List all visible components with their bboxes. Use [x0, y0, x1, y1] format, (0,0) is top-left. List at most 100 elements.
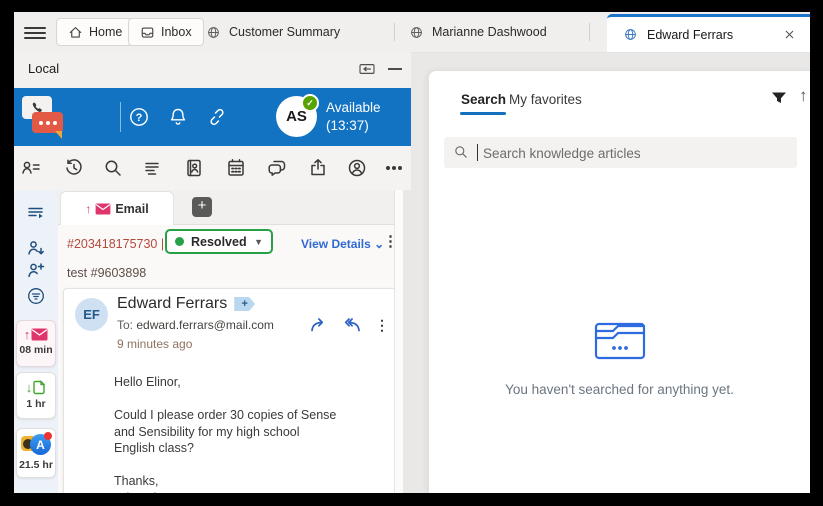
presence-bar: ? AS ✓ Available (13:37): [14, 88, 411, 146]
active-tab-underline: [460, 112, 506, 115]
widget-title: Local: [28, 61, 59, 76]
empty-state: You haven't searched for anything yet.: [429, 317, 810, 397]
filter-circle-icon[interactable]: [26, 286, 46, 306]
app-window: Home Inbox Customer Summary Marianne Das…: [0, 0, 823, 506]
svg-text:?: ?: [136, 112, 143, 124]
notifications-bell-icon[interactable]: [167, 106, 189, 128]
session-card-email-active[interactable]: ↑ 08 min: [16, 320, 56, 367]
chat-bubble-icon: [32, 112, 63, 133]
status-time: (13:37): [326, 117, 381, 135]
contacts-list-icon[interactable]: [20, 157, 42, 179]
more-options-icon[interactable]: [383, 157, 405, 179]
home-label: Home: [89, 25, 122, 39]
home-icon: [68, 25, 83, 40]
close-tab-icon[interactable]: [780, 26, 798, 44]
recipient-line: To: edward.ferrars@mail.com: [117, 318, 274, 332]
filter-icon[interactable]: [769, 88, 789, 108]
email-body: Hello Elinor, Could I please order 30 co…: [114, 374, 381, 493]
email-message-card: EF Edward Ferrars + To: edward.ferrars@m…: [63, 288, 400, 493]
unlink-icon[interactable]: [206, 106, 228, 128]
document-icon: [32, 380, 46, 395]
case-title: test #9603898: [67, 266, 146, 280]
tab-search[interactable]: Search: [461, 92, 506, 107]
session-rail: ↑ 08 min ↓ 1 hr: [14, 190, 58, 493]
view-details-link[interactable]: View Details ⌄: [301, 237, 384, 251]
tab-my-favorites[interactable]: My favorites: [509, 92, 582, 107]
tab-label: Marianne Dashwood: [432, 25, 547, 39]
tab-separator: [589, 23, 590, 41]
session-timer: 08 min: [17, 344, 55, 356]
new-tab-button[interactable]: +: [192, 197, 212, 217]
agent-profile-icon[interactable]: [346, 157, 368, 179]
status-dropdown[interactable]: Resolved ▼: [165, 229, 273, 254]
widget-header: Local: [14, 52, 411, 88]
queue-lines-icon[interactable]: [141, 157, 163, 179]
queue-list-icon[interactable]: [26, 203, 46, 223]
divider: [120, 102, 121, 132]
tab-separator: [394, 23, 395, 41]
conversation-tabstrip: ↑ Email +: [58, 190, 403, 225]
chat-icon[interactable]: [266, 157, 288, 179]
history-icon[interactable]: [63, 157, 85, 179]
search-icon[interactable]: [102, 157, 124, 179]
add-contact-tag[interactable]: +: [234, 297, 255, 311]
presence-status[interactable]: Available (13:37): [326, 99, 381, 135]
inbox-button[interactable]: Inbox: [128, 18, 204, 46]
reply-all-icon[interactable]: [342, 315, 362, 335]
status-label: Resolved: [191, 235, 247, 249]
chevron-down-icon: ▼: [254, 237, 263, 247]
status-text: Available: [326, 99, 381, 117]
user-plus-icon[interactable]: [26, 260, 46, 280]
tab-label: Customer Summary: [229, 25, 340, 39]
home-button[interactable]: Home: [56, 18, 134, 46]
top-navigation-bar: Home Inbox Customer Summary Marianne Das…: [14, 12, 810, 53]
email-tab[interactable]: ↑ Email: [60, 191, 174, 225]
calendar-icon[interactable]: [225, 157, 247, 179]
globe-icon: [206, 25, 221, 40]
case-header: #203418175730 | Resolved ▼ View Details …: [58, 224, 403, 264]
session-card-apps[interactable]: A 21.5 hr: [16, 428, 56, 478]
hamburger-menu-icon[interactable]: [24, 24, 46, 40]
globe-icon: [623, 27, 638, 42]
omnichannel-phone-icon[interactable]: [22, 95, 68, 139]
email-tab-label: Email: [115, 202, 148, 216]
case-number: #203418175730 |: [67, 237, 164, 251]
presence-available-badge: ✓: [301, 94, 319, 112]
scrollbar[interactable]: [394, 190, 403, 493]
session-area: ↑ 08 min ↓ 1 hr: [14, 190, 411, 493]
tab-edward-ferrars-active[interactable]: Edward Ferrars: [607, 14, 810, 52]
folder-icon: [593, 317, 647, 361]
to-address: edward.ferrars@mail.com: [136, 318, 274, 332]
email-timestamp: 9 minutes ago: [117, 337, 192, 351]
knowledge-search-box[interactable]: [444, 137, 797, 168]
sort-arrow-icon[interactable]: ↑: [799, 86, 808, 106]
search-input[interactable]: [481, 137, 791, 170]
globe-icon: [409, 25, 424, 40]
conversation-panel: ↑ Email + #203418175730 | Resolved ▼: [58, 190, 403, 493]
avatar-initials: AS: [286, 108, 307, 125]
forward-icon[interactable]: [309, 315, 329, 335]
contact-card-icon[interactable]: [183, 157, 205, 179]
status-dot: [175, 237, 184, 246]
notification-dot: [44, 432, 52, 440]
search-icon: [453, 144, 469, 160]
session-timer: 21.5 hr: [17, 459, 55, 471]
agent-avatar[interactable]: AS ✓: [276, 96, 317, 137]
user-arrow-down-icon[interactable]: [26, 238, 46, 258]
arrow-up-icon: ↑: [24, 329, 31, 341]
email-icon: [31, 328, 48, 341]
email-more-icon[interactable]: ⋮: [375, 317, 389, 334]
minimize-icon[interactable]: [388, 68, 402, 70]
share-icon[interactable]: [307, 157, 329, 179]
email-icon: [95, 203, 111, 215]
knowledge-search-panel: Search My favorites ↑ You haven't search…: [428, 70, 810, 493]
dock-panel-icon[interactable]: [358, 62, 376, 76]
tab-marianne-dashwood[interactable]: Marianne Dashwood: [409, 12, 547, 52]
to-label: To:: [117, 318, 133, 332]
session-card-incoming[interactable]: ↓ 1 hr: [16, 372, 56, 419]
sender-avatar: EF: [75, 298, 108, 331]
help-icon[interactable]: ?: [128, 106, 150, 128]
conversation-toolbar: [14, 146, 411, 190]
tab-customer-summary[interactable]: Customer Summary: [206, 12, 340, 52]
text-caret: [477, 144, 478, 161]
